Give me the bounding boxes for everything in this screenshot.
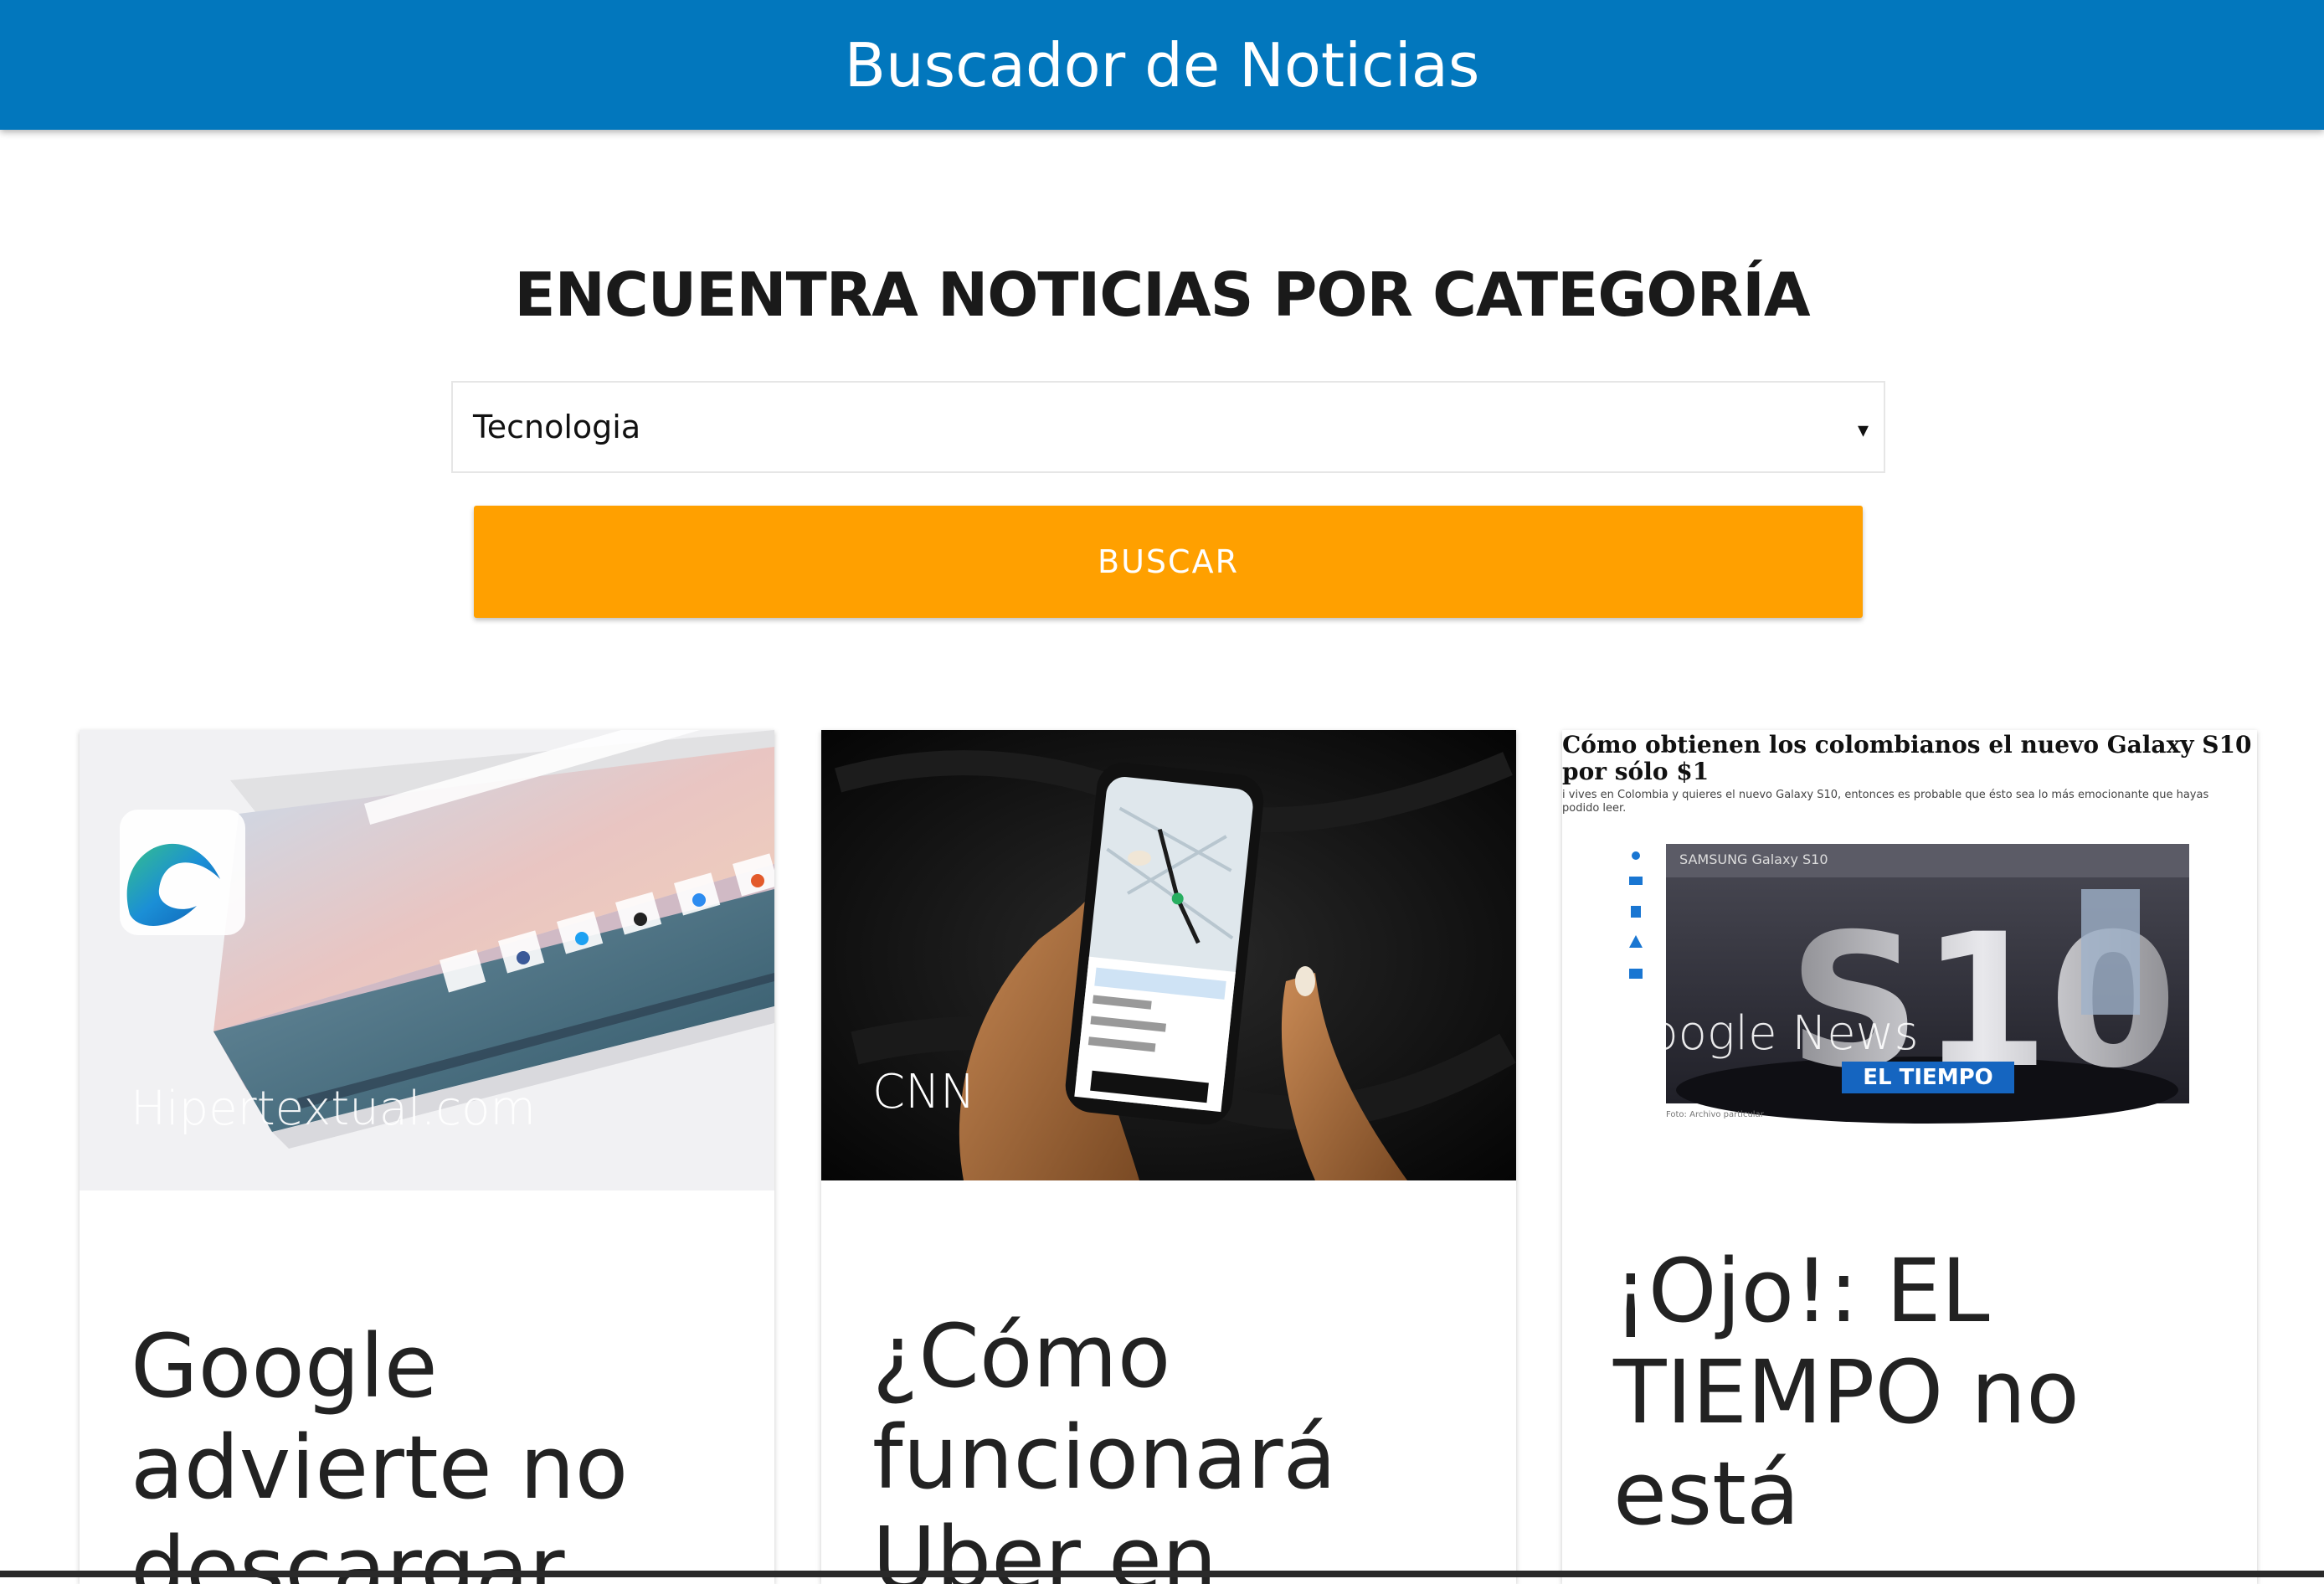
card-title[interactable]: ¿Cómo funcionará Uber en [872, 1306, 1475, 1584]
news-card[interactable]: Cómo obtienen los colombianos el nuevo G… [1562, 730, 2257, 1584]
browser-screenshot-image: Hipertextual.com [80, 730, 774, 1191]
bottom-edge [0, 1571, 2324, 1577]
phone-map-photo: CNN [821, 730, 1516, 1180]
search-button[interactable]: BUSCAR [474, 506, 1863, 618]
clipping-store-sign: SAMSUNG Galaxy S10 [1679, 851, 1828, 867]
news-card[interactable]: CNN ¿Cómo funcionará Uber en [821, 730, 1516, 1584]
page-heading: ENCUENTRA NOTICIAS POR CATEGORÍA [514, 260, 1810, 330]
card-title[interactable]: ¡Ojo!: EL TIEMPO no está [1613, 1241, 2216, 1545]
card-source-label: Google News [1613, 1006, 1919, 1061]
top-navbar: Buscador de Noticias [0, 0, 2324, 130]
category-select[interactable]: Tecnologia ▾ [451, 381, 1885, 473]
card-source-label: CNN [872, 1065, 975, 1119]
news-card[interactable]: Hipertextual.com Google advierte no desc… [80, 730, 774, 1584]
newspaper-clipping-image: Cómo obtienen los colombianos el nuevo G… [1562, 730, 2257, 1132]
card-source-label: Hipertextual.com [131, 1082, 536, 1136]
site-title[interactable]: Buscador de Noticias [845, 30, 1480, 100]
chevron-down-icon: ▾ [1857, 418, 1869, 443]
card-title[interactable]: Google advierte no descargar [131, 1316, 733, 1584]
clipping-banner: EL TIEMPO [1863, 1065, 1993, 1090]
store-photo-illustration: S10 SAMSUNG Galaxy S10 EL TIEMPO Foto: A… [1629, 844, 2189, 1124]
category-select-value: Tecnologia [473, 409, 641, 445]
clipping-caption: Foto: Archivo particular [1666, 1110, 1765, 1119]
